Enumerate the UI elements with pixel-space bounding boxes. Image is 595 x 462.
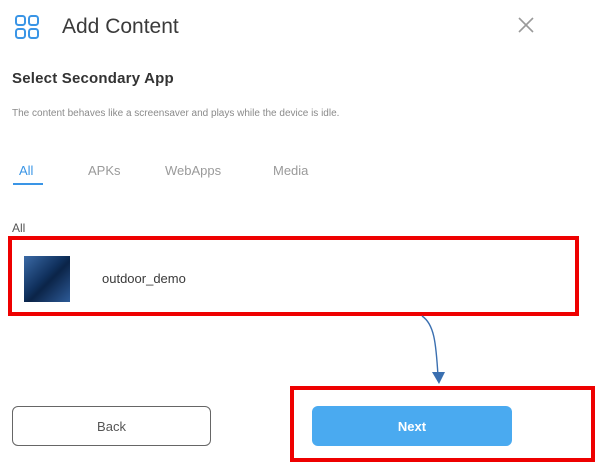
dialog-header: Add Content [0,0,595,56]
tab-media[interactable]: Media [273,163,308,178]
next-button[interactable]: Next [312,406,512,446]
tab-bar: All APKs WebApps Media [0,160,595,190]
app-name: outdoor_demo [102,271,186,286]
close-icon[interactable] [513,12,539,38]
back-button[interactable]: Back [12,406,211,446]
tab-webapps[interactable]: WebApps [165,163,221,178]
active-tab-indicator [13,183,43,185]
tab-all[interactable]: All [19,163,33,178]
app-thumbnail-icon [24,256,70,302]
annotation-arrow-icon [421,315,445,384]
tab-apks[interactable]: APKs [88,163,121,178]
grid-icon [15,15,39,39]
section-description: The content behaves like a screensaver a… [12,108,340,119]
list-item-outdoor-demo[interactable]: outdoor_demo [12,242,572,312]
group-label: All [12,221,26,235]
section-title: Select Secondary App [12,70,174,87]
dialog-title: Add Content [62,15,179,38]
